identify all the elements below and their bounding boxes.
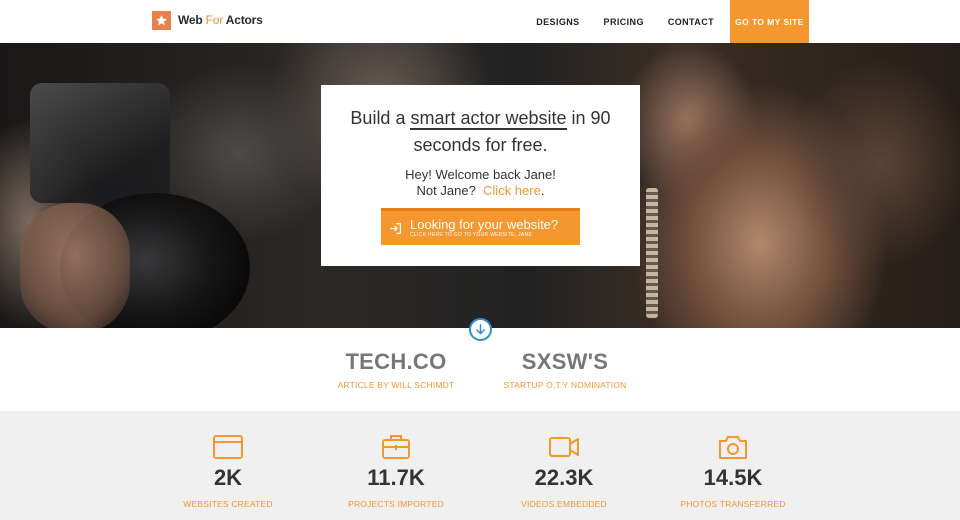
stat-label: VIDEOS EMBEDDED <box>521 499 607 509</box>
browser-window-icon <box>213 435 243 459</box>
nav-pricing[interactable]: PRICING <box>604 17 644 27</box>
hero-banner: Build a smart actor website in 90 second… <box>0 43 960 328</box>
press-name: TECH.CO <box>345 349 447 374</box>
click-suffix: . <box>540 183 545 198</box>
stat-label: WEBSITES CREATED <box>183 499 273 509</box>
find-website-button-sublabel: CLICK HERE TO GO TO YOUR WEBSITE, JANE <box>410 231 533 238</box>
star-icon <box>152 10 171 30</box>
stat-videos: 22.3K VIDEOS EMBEDDED <box>484 433 644 509</box>
arrow-down-circle-icon <box>476 323 485 335</box>
press-item-techco[interactable]: TECH.CO ARTICLE BY WILL SCHIMDT <box>316 349 476 390</box>
stat-websites: 2K WEBSITES CREATED <box>148 433 308 509</box>
briefcase-icon <box>382 435 410 459</box>
site-header: Web For Actors DESIGNS PRICING CONTACT G… <box>0 0 960 43</box>
logo-text-actors: Actors <box>225 13 263 27</box>
not-user-text: Not Jane? <box>416 183 476 198</box>
press-caption: ARTICLE BY WILL SCHIMDT <box>337 380 455 390</box>
logo-text-web: Web <box>178 13 203 27</box>
stat-value: 11.7K <box>367 465 425 490</box>
hero-photo-camera <box>30 83 170 203</box>
scroll-down-button[interactable] <box>469 318 492 341</box>
press-caption: STARTUP O.T.Y NOMINATION <box>503 380 627 390</box>
logo-text: Web For Actors <box>178 13 263 27</box>
hero-title: Build a smart actor website in 90 second… <box>321 105 640 159</box>
nav-designs[interactable]: DESIGNS <box>536 17 579 27</box>
hero-title-highlight: smart actor website <box>410 108 567 130</box>
stat-value: 14.5K <box>703 465 763 490</box>
welcome-line: Hey! Welcome back Jane! <box>405 167 556 182</box>
enter-icon <box>390 222 401 234</box>
hero-photo-hand <box>20 203 130 328</box>
logo[interactable]: Web For Actors <box>152 9 263 31</box>
hero-photo-earring <box>646 188 658 318</box>
video-camera-icon <box>549 437 579 457</box>
stat-label: PROJECTS IMPORTED <box>348 499 444 509</box>
not-user-line: Not Jane? Click here. <box>321 183 640 199</box>
logo-text-for: For <box>205 13 224 27</box>
stats-section: 2K WEBSITES CREATED 11.7K PROJECTS IMPOR… <box>0 411 960 520</box>
stat-projects: 11.7K PROJECTS IMPORTED <box>316 433 476 509</box>
welcome-message: Hey! Welcome back Jane! Not Jane? Click … <box>321 167 640 199</box>
hero-title-start: Build a <box>350 108 411 128</box>
press-item-sxsw[interactable]: SXSW'S STARTUP O.T.Y NOMINATION <box>485 349 645 390</box>
click-here-link[interactable]: Click here <box>483 183 541 198</box>
main-nav: DESIGNS PRICING CONTACT GO TO MY SITE <box>512 0 809 43</box>
stat-label: PHOTOS TRANSFERRED <box>680 499 786 509</box>
stat-value: 2K <box>213 465 243 490</box>
stat-value: 22.3K <box>534 465 594 490</box>
go-to-my-site-button[interactable]: GO TO MY SITE <box>730 0 809 43</box>
find-website-button[interactable]: Looking for your website? CLICK HERE TO … <box>381 208 580 245</box>
press-name: SXSW'S <box>521 349 609 374</box>
nav-contact[interactable]: CONTACT <box>668 17 714 27</box>
stat-photos: 14.5K PHOTOS TRANSFERRED <box>653 433 813 509</box>
hero-card: Build a smart actor website in 90 second… <box>321 85 640 266</box>
photo-camera-icon <box>719 436 747 459</box>
find-website-button-label: Looking for your website? <box>410 216 559 232</box>
find-website-button-text: Looking for your website? CLICK HERE TO … <box>410 216 559 239</box>
